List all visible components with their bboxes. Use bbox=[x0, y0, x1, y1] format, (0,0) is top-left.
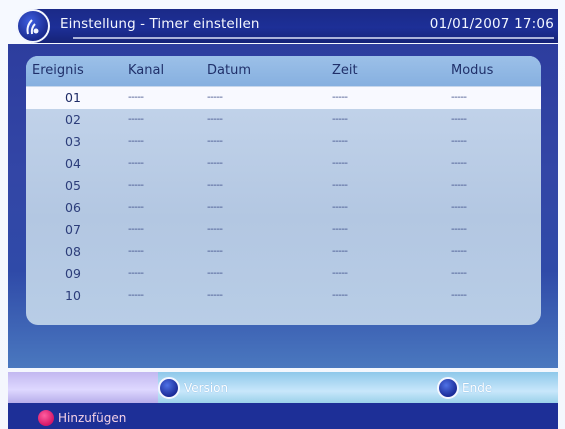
column-header-zeit: Zeit bbox=[332, 63, 358, 78]
cell-modus: ----- bbox=[451, 92, 467, 103]
cell-kanal: ----- bbox=[128, 136, 144, 147]
cell-datum: ----- bbox=[207, 114, 223, 125]
cell-zeit: ----- bbox=[332, 136, 348, 147]
cell-datum: ----- bbox=[207, 158, 223, 169]
cell-ereignis: 06 bbox=[65, 200, 81, 215]
cell-zeit: ----- bbox=[332, 92, 348, 103]
cell-datum: ----- bbox=[207, 290, 223, 301]
cell-zeit: ----- bbox=[332, 202, 348, 213]
table-row[interactable]: 05 ----- ----- ----- ----- bbox=[26, 175, 541, 197]
cell-datum: ----- bbox=[207, 246, 223, 257]
timer-settings-screen: Einstellung - Timer einstellen 01/01/200… bbox=[0, 0, 565, 429]
table-row[interactable]: 06 ----- ----- ----- ----- bbox=[26, 197, 541, 219]
antenna-logo-icon bbox=[16, 9, 50, 43]
table-header: Ereignis Kanal Datum Zeit Modus bbox=[26, 56, 541, 86]
column-header-modus: Modus bbox=[451, 63, 494, 78]
cell-ereignis: 08 bbox=[65, 244, 81, 259]
cell-zeit: ----- bbox=[332, 158, 348, 169]
cell-kanal: ----- bbox=[128, 246, 144, 257]
table-row[interactable]: 09 ----- ----- ----- ----- bbox=[26, 263, 541, 285]
cell-modus: ----- bbox=[451, 180, 467, 191]
cell-ereignis: 05 bbox=[65, 178, 81, 193]
cell-modus: ----- bbox=[451, 246, 467, 257]
cell-kanal: ----- bbox=[128, 114, 144, 125]
cell-modus: ----- bbox=[451, 290, 467, 301]
cell-modus: ----- bbox=[451, 114, 467, 125]
close-button-icon[interactable] bbox=[437, 377, 459, 399]
column-header-ereignis: Ereignis bbox=[32, 63, 84, 78]
cell-datum: ----- bbox=[207, 224, 223, 235]
datetime-display: 01/01/2007 17:06 bbox=[429, 16, 554, 32]
version-button-label[interactable]: Version bbox=[184, 381, 228, 395]
header-underline bbox=[73, 37, 554, 39]
cell-ereignis: 10 bbox=[65, 288, 81, 303]
cell-datum: ----- bbox=[207, 202, 223, 213]
close-button-label[interactable]: Ende bbox=[462, 381, 492, 395]
cell-ereignis: 02 bbox=[65, 112, 81, 127]
cell-datum: ----- bbox=[207, 92, 223, 103]
table-row[interactable]: 02 ----- ----- ----- ----- bbox=[26, 109, 541, 131]
table-row[interactable]: 04 ----- ----- ----- ----- bbox=[26, 153, 541, 175]
cell-zeit: ----- bbox=[332, 180, 348, 191]
cell-modus: ----- bbox=[451, 136, 467, 147]
cell-zeit: ----- bbox=[332, 268, 348, 279]
cell-datum: ----- bbox=[207, 136, 223, 147]
cell-kanal: ----- bbox=[128, 180, 144, 191]
page-title: Einstellung - Timer einstellen bbox=[60, 16, 260, 32]
cell-zeit: ----- bbox=[332, 114, 348, 125]
cell-zeit: ----- bbox=[332, 290, 348, 301]
timer-table: Ereignis Kanal Datum Zeit Modus 01 -----… bbox=[26, 56, 541, 325]
cell-ereignis: 01 bbox=[65, 90, 81, 105]
table-row[interactable]: 10 ----- ----- ----- ----- bbox=[26, 285, 541, 307]
cell-kanal: ----- bbox=[128, 290, 144, 301]
column-header-kanal: Kanal bbox=[128, 63, 165, 78]
footer-left-segment bbox=[8, 372, 158, 404]
cell-datum: ----- bbox=[207, 268, 223, 279]
cell-modus: ----- bbox=[451, 202, 467, 213]
cell-ereignis: 09 bbox=[65, 266, 81, 281]
cell-kanal: ----- bbox=[128, 202, 144, 213]
table-row[interactable]: 01 ----- ----- ----- ----- bbox=[26, 87, 541, 109]
cell-kanal: ----- bbox=[128, 268, 144, 279]
cell-kanal: ----- bbox=[128, 92, 144, 103]
table-row[interactable]: 03 ----- ----- ----- ----- bbox=[26, 131, 541, 153]
table-row[interactable]: 08 ----- ----- ----- ----- bbox=[26, 241, 541, 263]
cell-ereignis: 04 bbox=[65, 156, 81, 171]
add-button-label[interactable]: Hinzufügen bbox=[58, 411, 126, 425]
red-button-icon[interactable] bbox=[38, 410, 54, 426]
cell-modus: ----- bbox=[451, 224, 467, 235]
cell-zeit: ----- bbox=[332, 246, 348, 257]
cell-datum: ----- bbox=[207, 180, 223, 191]
cell-ereignis: 07 bbox=[65, 222, 81, 237]
cell-kanal: ----- bbox=[128, 224, 144, 235]
cell-modus: ----- bbox=[451, 158, 467, 169]
header-bar: Einstellung - Timer einstellen 01/01/200… bbox=[16, 9, 558, 43]
cell-modus: ----- bbox=[451, 268, 467, 279]
cell-zeit: ----- bbox=[332, 224, 348, 235]
column-header-datum: Datum bbox=[207, 63, 251, 78]
cell-kanal: ----- bbox=[128, 158, 144, 169]
version-button-icon[interactable] bbox=[158, 377, 180, 399]
cell-ereignis: 03 bbox=[65, 134, 81, 149]
table-row[interactable]: 07 ----- ----- ----- ----- bbox=[26, 219, 541, 241]
